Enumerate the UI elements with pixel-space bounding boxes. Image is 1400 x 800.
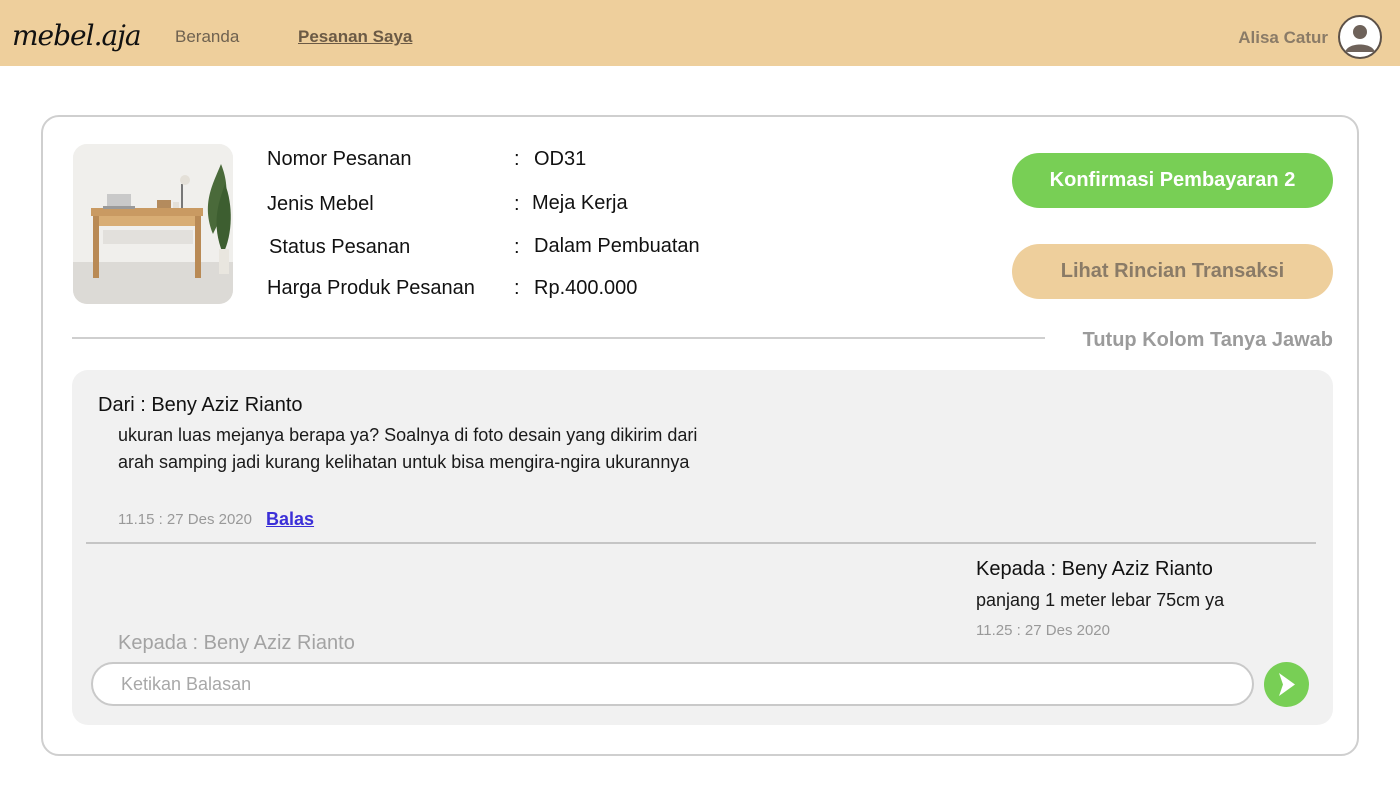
order-status-value: Dalam Pembuatan xyxy=(534,235,700,257)
question-timestamp: 11.15 : 27 Des 2020 xyxy=(118,511,252,528)
user-avatar-icon[interactable] xyxy=(1338,15,1382,59)
confirm-payment-button[interactable]: Konfirmasi Pembayaran 2 xyxy=(1012,153,1333,208)
reply-input[interactable] xyxy=(91,662,1254,706)
product-image xyxy=(73,144,233,304)
order-price-value: Rp.400.000 xyxy=(534,277,638,299)
send-button[interactable] xyxy=(1264,662,1309,707)
qa-divider xyxy=(86,542,1316,544)
furniture-type-label: Jenis Mebel xyxy=(267,193,374,215)
top-navigation-bar: mebel.aja Beranda Pesanan Saya Alisa Cat… xyxy=(0,0,1400,66)
user-name[interactable]: Alisa Catur xyxy=(1238,27,1328,49)
order-price-label: Harga Produk Pesanan xyxy=(267,277,475,299)
question-text: ukuran luas mejanya berapa ya? Soalnya d… xyxy=(118,425,698,472)
furniture-type-value: Meja Kerja xyxy=(532,192,628,214)
order-number-colon: : xyxy=(514,148,520,170)
arrow-right-icon xyxy=(1279,673,1295,696)
reply-link[interactable]: Balas xyxy=(266,508,314,530)
nav-link-beranda[interactable]: Beranda xyxy=(175,26,239,48)
view-transaction-details-button[interactable]: Lihat Rincian Transaksi xyxy=(1012,244,1333,299)
answer-recipient: Kepada : Beny Aziz Rianto xyxy=(976,558,1213,580)
order-number-label: Nomor Pesanan xyxy=(267,148,412,170)
close-qa-toggle[interactable]: Tutup Kolom Tanya Jawab xyxy=(1083,327,1333,353)
order-status-label: Status Pesanan xyxy=(269,236,411,258)
order-number-value: OD31 xyxy=(534,148,587,170)
answer-timestamp: 11.25 : 27 Des 2020 xyxy=(976,622,1110,639)
compose-recipient: Kepada : Beny Aziz Rianto xyxy=(118,632,355,654)
furniture-type-colon: : xyxy=(514,193,520,215)
answer-text: panjang 1 meter lebar 75cm ya xyxy=(976,590,1225,610)
order-status-colon: : xyxy=(514,236,520,258)
order-price-colon: : xyxy=(514,277,520,299)
section-divider xyxy=(72,337,1045,339)
question-sender: Dari : Beny Aziz Rianto xyxy=(98,394,303,416)
nav-link-pesanan-saya[interactable]: Pesanan Saya xyxy=(298,26,412,48)
brand-logo[interactable]: mebel.aja xyxy=(12,18,142,54)
